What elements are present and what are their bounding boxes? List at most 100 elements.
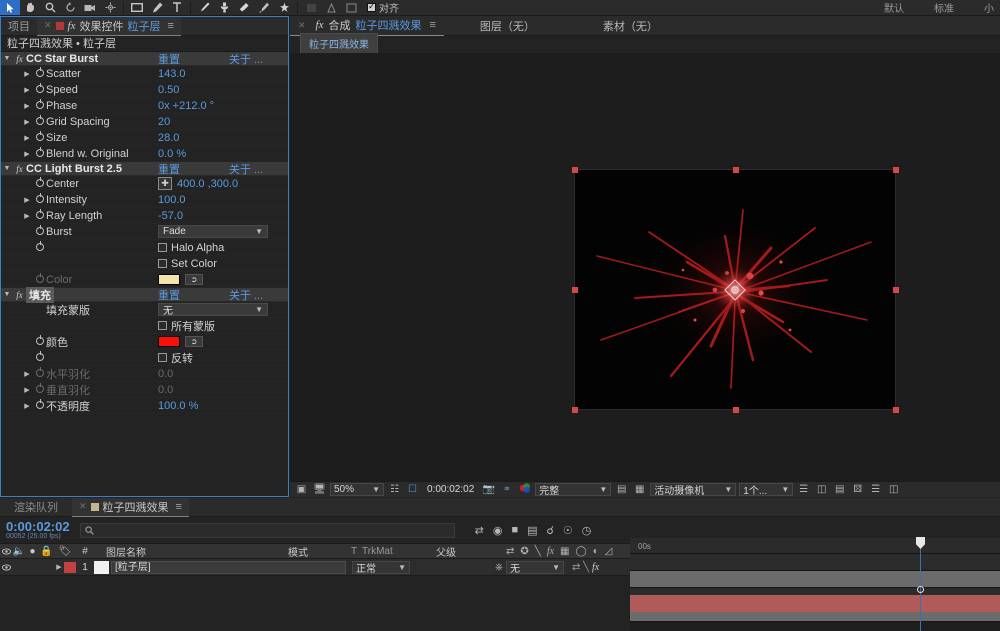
twirl-right-icon[interactable]: ▶ [21,86,33,94]
twirl-right-icon[interactable]: ▶ [21,386,33,394]
property-row[interactable]: ▶ Size 28.0 [1,130,288,146]
transparency-grid-icon[interactable]: ▦ [632,484,647,495]
property-row-burst[interactable]: Burst Fade ▼ [1,224,288,240]
layer-twirl-icon[interactable]: ▶ [54,563,64,571]
layer-parent-dropdown[interactable]: 无 ▼ [506,561,564,574]
property-value[interactable]: -57.0 [158,210,183,222]
reset-link[interactable]: 重置 [158,52,180,67]
stopwatch-icon[interactable] [33,211,46,221]
snapping-checkbox[interactable] [367,3,376,12]
property-row-fill-mask[interactable]: 填充蒙版 无 ▼ [1,302,288,318]
selection-handle-tc[interactable] [733,167,739,173]
monitor-icon[interactable]: 🖥 [312,484,327,495]
timecode-block[interactable]: 0:00:02:02 00052 (25.00 fps) [0,521,70,540]
selection-handle-bc[interactable] [733,407,739,413]
property-row[interactable]: ▶ 不透明度 100.0 % [1,398,288,414]
label-column-icon[interactable]: 🏷 [54,544,76,559]
crosshair-icon[interactable]: ✚ [158,177,172,190]
selection-handle-bl[interactable] [572,407,578,413]
stopwatch-icon[interactable] [33,353,46,363]
audio-toggle-icon[interactable]: 🔈 [12,544,26,559]
layer-video-toggle[interactable] [0,564,12,571]
property-row[interactable]: ▶ Speed 0.50 [1,82,288,98]
twirl-right-icon[interactable]: ▶ [21,118,33,126]
always-preview-icon[interactable]: ▣ [294,484,309,495]
roto-brush-tool[interactable] [254,0,274,15]
camera-tool[interactable] [80,0,100,15]
property-row-center[interactable]: Center ✚ 400.0 ,300.0 [1,176,288,192]
property-row-all-masks[interactable]: 所有蒙版 [1,318,288,334]
set-color-control[interactable]: Set Color [158,258,217,270]
layer-name[interactable]: [粒子层] [111,561,346,574]
close-icon[interactable]: ✕ [44,20,52,31]
shy-icon[interactable]: ⇄ [572,562,580,573]
lock-toggle-icon[interactable]: 🔒 [39,544,54,559]
color-swatch[interactable] [158,336,180,347]
graph-editor-icon[interactable]: ◷ [582,524,592,537]
align-panel-icon[interactable] [321,0,341,15]
close-icon[interactable]: ✕ [298,20,306,31]
twirl-right-icon[interactable]: ▶ [21,70,33,78]
region-of-interest-icon[interactable]: ☐ [405,484,420,495]
selection-handle-tr[interactable] [893,167,899,173]
zoom-tool[interactable] [40,0,60,15]
property-value[interactable]: 28.0 [158,132,179,144]
twirl-right-icon[interactable]: ▶ [21,150,33,158]
twirl-right-icon[interactable]: ▶ [21,212,33,220]
property-row[interactable]: ▶ Scatter 143.0 [1,66,288,82]
camera-dropdown[interactable]: 活动摄像机 ▼ [650,483,736,496]
property-value[interactable]: 400.0 ,300.0 [177,178,238,190]
selection-handle-br[interactable] [893,407,899,413]
composition-frame[interactable] [574,169,896,410]
stopwatch-icon[interactable] [33,227,46,237]
snapping-toggle[interactable]: 对齐 [367,0,399,15]
property-value[interactable]: 100.0 % [158,400,198,412]
exposure-icon[interactable]: ◫ [886,484,901,495]
property-value[interactable]: 0.50 [158,84,179,96]
keyframe-marker[interactable] [917,586,924,593]
frame-blending-icon[interactable]: ▤ [527,524,537,537]
layer-mode-dropdown[interactable]: 正常 ▼ [352,561,410,574]
collapse-transform-icon[interactable]: ✪ [520,546,528,557]
zoom-dropdown[interactable]: 50% ▼ [330,483,384,496]
property-value[interactable]: 100.0 [158,194,186,206]
twirl-down-icon[interactable]: ▼ [1,55,13,62]
invert-control[interactable]: 反转 [158,350,193,366]
twirl-right-icon[interactable]: ▶ [21,102,33,110]
stopwatch-icon[interactable] [33,179,46,189]
stopwatch-icon[interactable] [33,69,46,79]
region-interest-icon[interactable]: ▤ [614,484,629,495]
tab-layer[interactable]: 图层（无） [472,16,543,36]
type-tool[interactable] [167,0,187,15]
grid-guides-icon[interactable]: ☷ [387,484,402,495]
property-value[interactable]: 0.0 % [158,148,186,160]
quality-icon[interactable]: ╲ [583,562,589,573]
eyedropper-icon[interactable]: ➲ [185,274,203,285]
rotation-tool[interactable] [60,0,80,15]
layer-label-color[interactable] [64,562,76,573]
3d-layer-icon[interactable]: ◿ [605,546,613,557]
selection-tool[interactable] [0,0,20,15]
property-row[interactable]: ▶ Ray Length -57.0 [1,208,288,224]
snapshot-icon[interactable]: 📷 [481,484,496,495]
tab-timeline-composition[interactable]: ✕ 粒子四溅效果 ≡ [72,498,189,517]
composition-mini-flowchart-icon[interactable]: ⇄ [475,524,484,537]
current-timecode[interactable]: 0:00:02:02 [0,521,70,533]
motion-blur-icon[interactable]: ◯ [575,546,586,557]
playhead[interactable] [920,538,921,631]
twirl-right-icon[interactable]: ▶ [21,370,33,378]
panel-menu-icon[interactable]: ≡ [168,20,174,32]
shape-tool[interactable] [127,0,147,15]
effect-header-cc-light-burst[interactable]: ▼ fx CC Light Burst 2.5 重置 关于 ... [1,162,288,176]
halo-alpha-checkbox[interactable] [158,243,167,252]
resolution-dropdown[interactable]: 完整 ▼ [535,483,611,496]
frame-blend-icon[interactable]: ▦ [560,546,569,557]
twirl-right-icon[interactable]: ▶ [21,402,33,410]
reset-link[interactable]: 重置 [158,287,180,303]
stopwatch-icon[interactable] [33,243,46,253]
video-toggle-icon[interactable] [0,544,12,559]
about-link[interactable]: 关于 ... [229,287,263,303]
pan-behind-tool[interactable] [100,0,120,15]
fast-preview-icon[interactable]: ◫ [814,484,829,495]
effects-icon[interactable]: fx [592,562,599,573]
